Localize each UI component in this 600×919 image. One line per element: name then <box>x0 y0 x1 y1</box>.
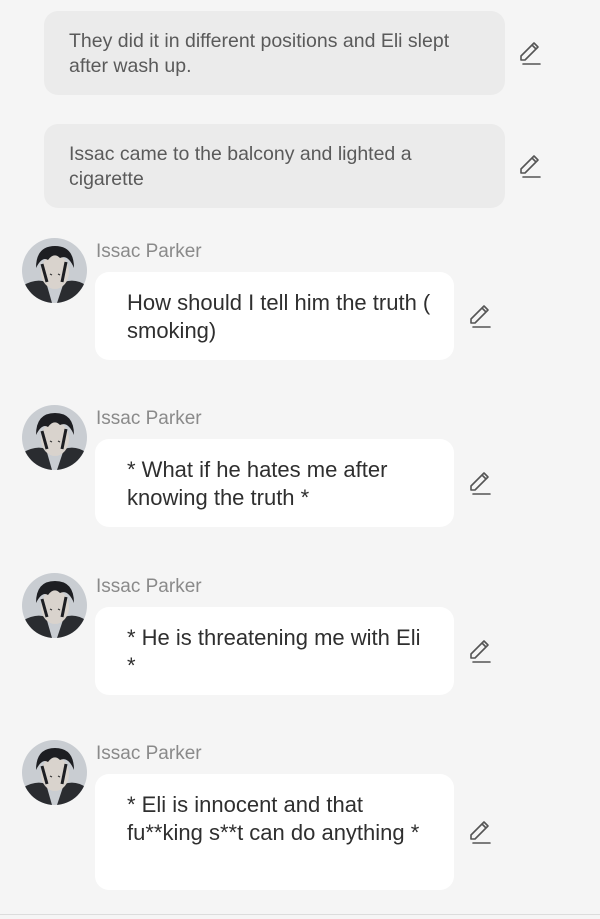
pencil-edit-icon[interactable] <box>467 303 493 329</box>
pencil-edit-icon[interactable] <box>517 40 543 66</box>
speaker-name: Issac Parker <box>96 576 202 597</box>
avatar[interactable] <box>22 405 87 470</box>
pencil-edit-icon[interactable] <box>467 819 493 845</box>
speaker-name: Issac Parker <box>96 241 202 262</box>
pencil-edit-icon[interactable] <box>517 153 543 179</box>
speaker-name: Issac Parker <box>96 408 202 429</box>
narration-text: Issac came to the balcony and lighted a … <box>69 143 412 190</box>
avatar[interactable] <box>22 238 87 303</box>
avatar[interactable] <box>22 740 87 805</box>
speech-bubble: How should I tell him the truth ( smokin… <box>95 272 454 360</box>
speech-bubble: * Eli is innocent and that fu**king s**t… <box>95 774 454 890</box>
speech-bubble: * He is threatening me with Eli * <box>95 607 454 695</box>
narration-bubble: Issac came to the balcony and lighted a … <box>44 124 505 208</box>
pencil-edit-icon[interactable] <box>467 638 493 664</box>
speech-text: How should I tell him the truth ( smokin… <box>127 290 431 343</box>
speaker-name: Issac Parker <box>96 743 202 764</box>
avatar[interactable] <box>22 573 87 638</box>
divider <box>0 914 600 915</box>
speech-bubble: * What if he hates me after knowing the … <box>95 439 454 527</box>
speech-text: * He is threatening me with Eli * <box>127 625 421 678</box>
speech-text: * What if he hates me after knowing the … <box>127 457 388 510</box>
narration-text: They did it in different positions and E… <box>69 30 450 77</box>
speech-text: * Eli is innocent and that fu**king s**t… <box>127 792 420 845</box>
pencil-edit-icon[interactable] <box>467 470 493 496</box>
narration-bubble: They did it in different positions and E… <box>44 11 505 95</box>
